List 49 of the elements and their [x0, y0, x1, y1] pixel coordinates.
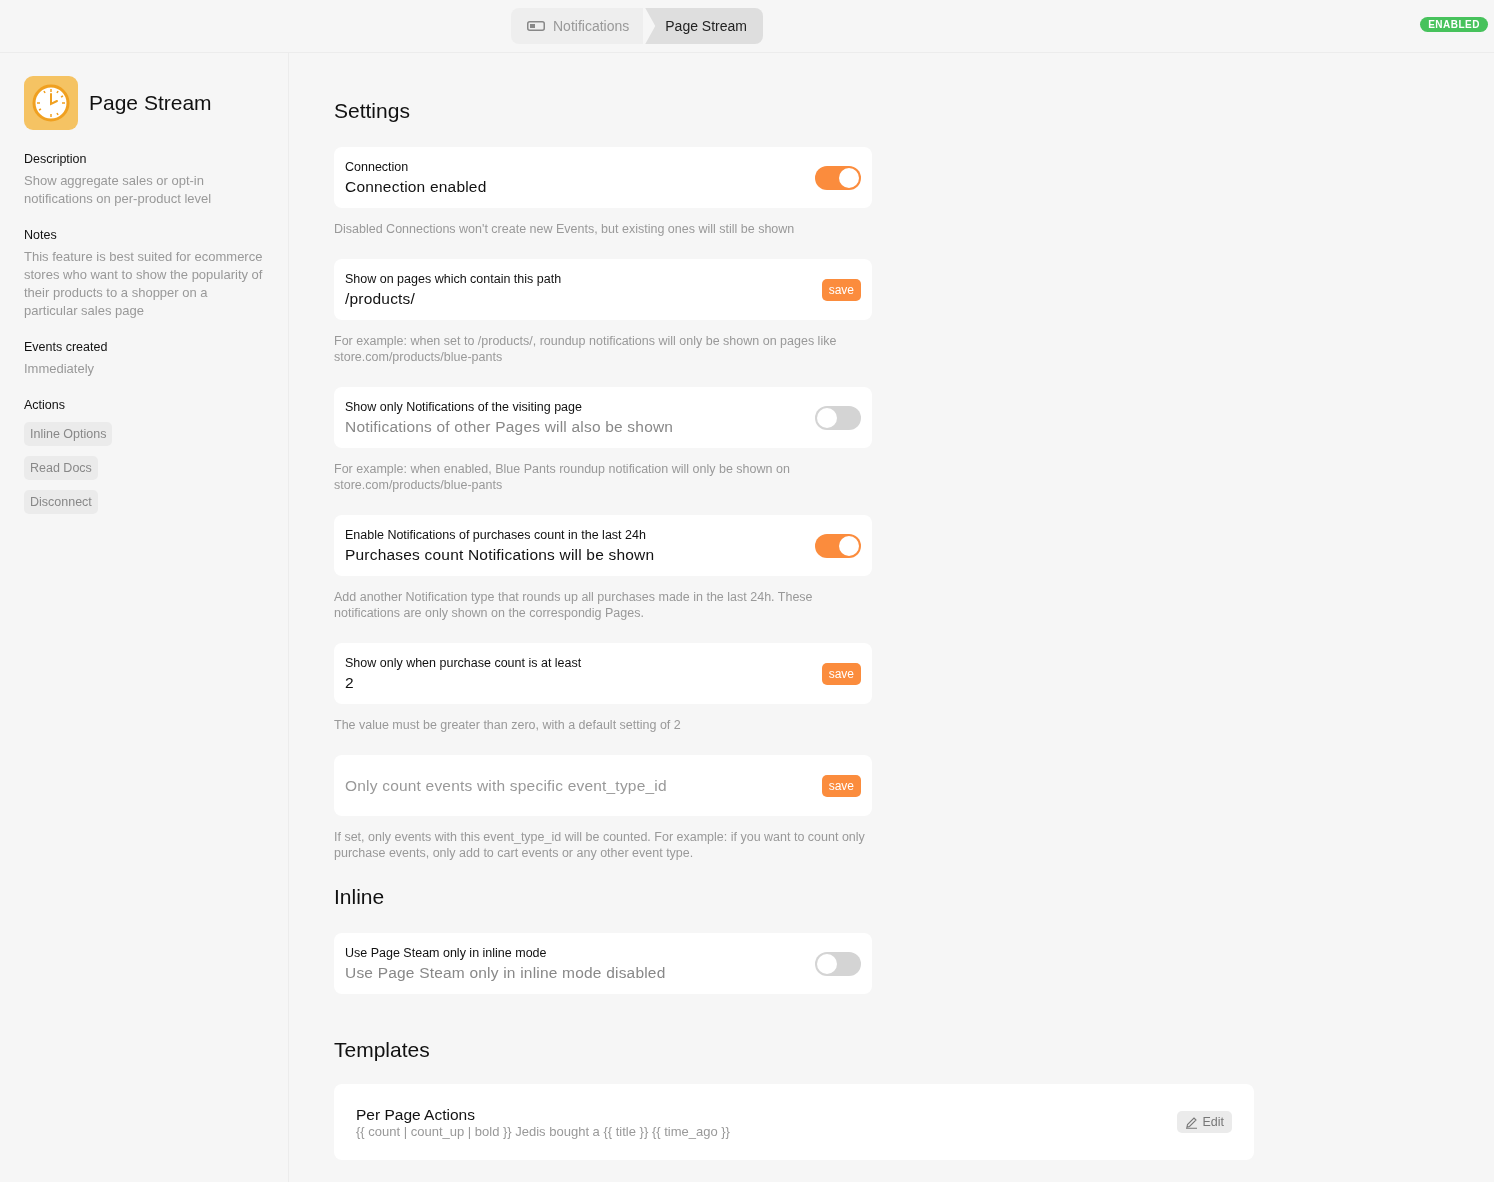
section-heading: Description [24, 152, 88, 166]
section-heading: Notes [24, 228, 58, 242]
help-text: Disabled Connections won't create new Events, but existing ones will still be shown [334, 221, 796, 237]
section-text: This feature is best suited for ecommerce stores who want to show the popularity of their products to a shopper on a particular sales page [24, 248, 264, 320]
section-text: Immediately [24, 360, 96, 378]
section-heading: Actions [24, 398, 66, 412]
toggle-switch[interactable] [815, 951, 861, 976]
setting-value: Purchases count Notifications will be shown [345, 545, 655, 564]
setting-label: Enable Notifications of purchases count in the last 24h [345, 527, 647, 542]
help-text: Add another Notification type that rounds up all purchases made in the last 24h. These notifications are only shown on the correspondig Pages. [334, 589, 814, 621]
action-button[interactable]: Read Docs [24, 456, 98, 480]
template-name: Per Page Actions [356, 1105, 476, 1124]
setting-label: Connection [345, 159, 410, 174]
setting-value: Notifications of other Pages will also be shown [345, 417, 674, 436]
section-text: Show aggregate sales or opt-in notifications on per-product level [24, 172, 213, 208]
action-button[interactable]: Disconnect [24, 490, 98, 514]
save-button[interactable]: save [821, 278, 861, 301]
clock-icon [24, 76, 78, 130]
section-title: Settings [334, 99, 411, 123]
status-badge: ENABLED [1420, 17, 1488, 32]
setting-value: Use Page Steam only in inline mode disabled [345, 963, 666, 982]
section-title: Templates [334, 1038, 431, 1062]
pencil-icon [1185, 1115, 1199, 1129]
save-button[interactable]: save [821, 662, 861, 685]
app-title: Page Stream [89, 91, 212, 115]
setting-label: Show only Notifications of the visiting page [345, 399, 583, 414]
section-title: Inline [334, 885, 386, 909]
setting-label: Show on pages which contain this path [345, 271, 563, 286]
toggle-switch[interactable] [815, 405, 861, 430]
setting-label: Use Page Steam only in inline mode [345, 945, 548, 960]
setting-label: Show only when purchase count is at least [345, 655, 583, 670]
save-button[interactable]: save [821, 774, 861, 797]
help-text: If set, only events with this event_type_id will be counted. For example: if you want to count only purchase events, only add to cart events or any other event type. [334, 829, 866, 861]
help-text: For example: when set to /products/, roundup notifications will only be shown on pages like store.com/products/blue-pants [334, 333, 838, 365]
help-text: For example: when enabled, Blue Pants roundup notification will only be shown on store.com/products/blue-pants [334, 461, 791, 493]
setting-value: Connection enabled [345, 177, 487, 196]
input-field[interactable]: Only count events with specific event_type_id [345, 776, 785, 795]
section-heading: Events created [24, 340, 109, 354]
toggle-icon [527, 21, 545, 31]
template-text: {{ count | count_up | bold }} Jedis bought a {{ title }} {{ time_ago }} [356, 1123, 730, 1139]
breadcrumb-item[interactable]: Notifications [511, 8, 644, 44]
toggle-switch[interactable] [815, 533, 861, 558]
input-field[interactable]: /products/ [345, 289, 785, 308]
help-text: The value must be greater than zero, with a default setting of 2 [334, 717, 682, 733]
breadcrumb-item[interactable]: Page Stream [645, 8, 763, 44]
edit-button[interactable]: Edit [1177, 1111, 1232, 1133]
action-button[interactable]: Inline Options [24, 422, 113, 446]
input-field[interactable]: 2 [345, 673, 785, 692]
toggle-switch[interactable] [815, 165, 861, 190]
